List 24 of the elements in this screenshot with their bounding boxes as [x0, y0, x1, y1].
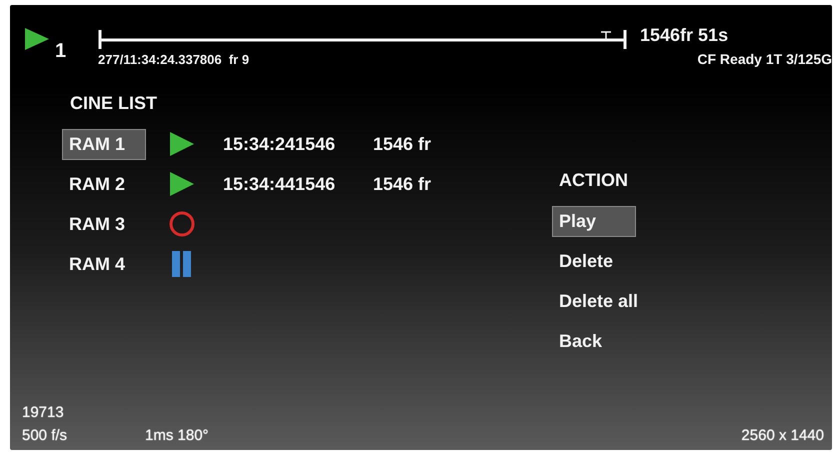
cine-list-item[interactable]: RAM 2: [62, 168, 146, 200]
action-menu-item[interactable]: Delete: [552, 246, 636, 276]
action-menu-item[interactable]: Delete all: [552, 286, 636, 316]
action-menu-item[interactable]: Back: [552, 326, 636, 356]
storage-status: CF Ready 1T 3/125G: [697, 51, 832, 67]
action-menu-item[interactable]: Play: [552, 206, 636, 236]
frame-count: 1546 fr: [373, 174, 432, 194]
cine-list-heading: CINE LIST: [70, 93, 158, 114]
frame-counter: 19713: [22, 404, 64, 421]
cine-list-item[interactable]: RAM 4: [62, 248, 146, 280]
frame-count: 1546 fr: [373, 134, 432, 154]
frame-rate: 500 f/s: [22, 427, 68, 444]
cine-timestamp: 15:34:441546: [223, 174, 336, 194]
shutter-setting: 1ms 180°: [145, 427, 209, 444]
cine-list-item[interactable]: RAM 3: [62, 208, 146, 240]
camera-number: 1: [55, 40, 66, 63]
cine-timestamp: 15:34:241546: [223, 134, 336, 154]
play-icon: [25, 28, 49, 50]
recording-length: 1546fr 51s: [640, 25, 730, 46]
trigger-marker-icon: [601, 31, 611, 39]
cine-list-item[interactable]: RAM 1: [62, 128, 146, 160]
resolution: 2560 x 1440: [741, 427, 824, 444]
timecode-position: 277/11:34:24.337806 fr 9: [98, 52, 250, 67]
action-menu-heading: ACTION: [559, 170, 629, 191]
